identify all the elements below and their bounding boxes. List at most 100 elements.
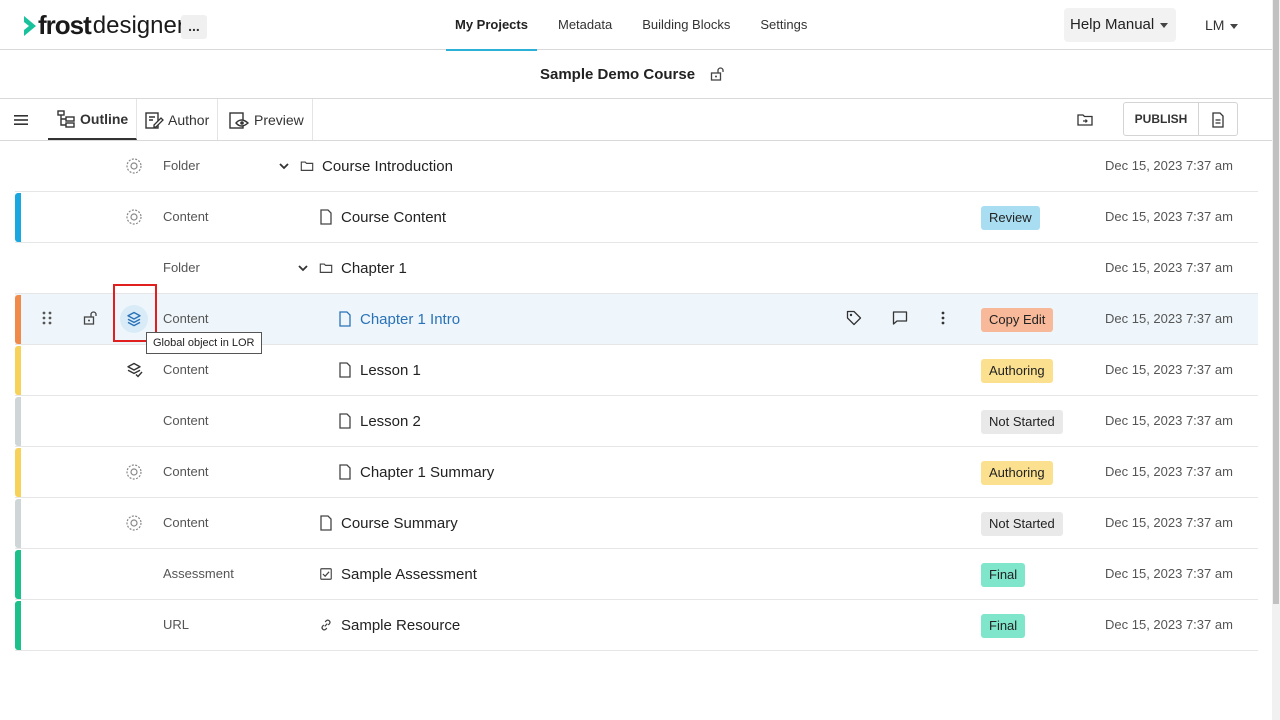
tooltip: Global object in LOR xyxy=(146,332,262,354)
publish-button[interactable]: PUBLISH xyxy=(1123,102,1199,136)
row-title[interactable]: Lesson 2 xyxy=(360,413,421,430)
table-row[interactable]: Content Lesson 2 Not Started Dec 15, 202… xyxy=(15,396,1258,447)
tag-icon[interactable] xyxy=(846,310,862,326)
checkbox-assessment-icon xyxy=(320,568,332,580)
row-date: Dec 15, 2023 7:37 am xyxy=(1105,617,1233,632)
row-color-bar xyxy=(15,295,21,344)
row-title[interactable]: Course Introduction xyxy=(322,158,453,175)
row-date: Dec 15, 2023 7:37 am xyxy=(1105,362,1233,377)
unlock-icon[interactable] xyxy=(82,310,98,326)
row-date: Dec 15, 2023 7:37 am xyxy=(1105,158,1233,173)
outline-list: Folder Course Introduction Dec 15, 2023 … xyxy=(15,141,1258,651)
scrollbar-thumb[interactable] xyxy=(1273,0,1279,604)
row-title[interactable]: Course Content xyxy=(341,209,446,226)
row-title[interactable]: Lesson 1 xyxy=(360,362,421,379)
document-icon xyxy=(339,362,351,378)
user-initials: LM xyxy=(1205,17,1225,33)
row-title[interactable]: Sample Resource xyxy=(341,617,460,634)
tab-preview-label: Preview xyxy=(254,111,304,128)
workflow-status-icon[interactable] xyxy=(125,157,143,175)
logo-frost-text: frost xyxy=(38,10,92,40)
document-icon xyxy=(320,515,332,531)
tab-outline-label: Outline xyxy=(80,110,129,127)
status-badge[interactable]: Final xyxy=(981,563,1026,587)
tab-author[interactable]: Author xyxy=(136,99,219,140)
workflow-status-icon[interactable] xyxy=(125,208,143,226)
author-edit-icon xyxy=(145,111,164,129)
table-row[interactable]: URL Sample Resource Final Dec 15, 2023 7… xyxy=(15,600,1258,651)
row-type: Assessment xyxy=(163,566,234,581)
top-bar: frost designer ... My Projects Metadata … xyxy=(0,0,1272,51)
row-color-bar xyxy=(15,448,21,497)
logo-designer-text: designer xyxy=(92,11,185,39)
document-icon xyxy=(339,464,351,480)
row-date: Dec 15, 2023 7:37 am xyxy=(1105,209,1233,224)
user-menu[interactable]: LM xyxy=(1205,8,1239,42)
row-color-bar xyxy=(15,499,21,548)
app-logo[interactable]: frost designer xyxy=(22,10,185,41)
tab-author-label: Author xyxy=(168,111,210,128)
status-badge[interactable]: Authoring xyxy=(981,461,1053,485)
chevron-down-icon[interactable] xyxy=(278,160,290,172)
course-title: Sample Demo Course xyxy=(540,66,696,83)
course-title-bar: Sample Demo Course xyxy=(0,50,1272,99)
more-vertical-icon[interactable] xyxy=(935,310,951,326)
row-date: Dec 15, 2023 7:37 am xyxy=(1105,260,1233,275)
status-badge[interactable]: Not Started xyxy=(981,512,1063,536)
workflow-status-icon[interactable] xyxy=(125,514,143,532)
row-date: Dec 15, 2023 7:37 am xyxy=(1105,413,1233,428)
status-badge[interactable]: Not Started xyxy=(981,410,1063,434)
hamburger-menu-icon[interactable] xyxy=(12,111,30,129)
row-title[interactable]: Chapter 1 Intro xyxy=(360,311,460,328)
help-manual-label: Help Manual xyxy=(1070,16,1155,33)
scrollbar[interactable] xyxy=(1272,0,1280,720)
outline-tree-icon xyxy=(57,109,75,128)
status-badge[interactable]: Authoring xyxy=(981,359,1053,383)
table-row[interactable]: Content Course Content Review Dec 15, 20… xyxy=(15,192,1258,243)
export-document-button[interactable] xyxy=(1198,102,1238,136)
table-row[interactable]: Folder Chapter 1 Dec 15, 2023 7:37 am xyxy=(15,243,1258,294)
row-type: Content xyxy=(163,362,209,377)
help-manual-button[interactable]: Help Manual xyxy=(1064,8,1176,42)
status-badge[interactable]: Final xyxy=(981,614,1026,638)
nav-my-projects[interactable]: My Projects xyxy=(446,0,537,51)
row-title[interactable]: Sample Assessment xyxy=(341,566,477,583)
row-title[interactable]: Course Summary xyxy=(341,515,458,532)
nav-settings[interactable]: Settings xyxy=(751,0,816,50)
tab-preview[interactable]: Preview xyxy=(220,99,313,140)
outline-toolbar: Outline Author Preview PUBLISH xyxy=(0,99,1272,141)
move-to-folder-icon[interactable] xyxy=(1076,111,1094,129)
table-row[interactable]: Content Chapter 1 Summary Authoring Dec … xyxy=(15,447,1258,498)
table-row[interactable]: Folder Course Introduction Dec 15, 2023 … xyxy=(15,141,1258,192)
table-row[interactable]: Content Course Summary Not Started Dec 1… xyxy=(15,498,1258,549)
row-date: Dec 15, 2023 7:37 am xyxy=(1105,566,1233,581)
unlock-icon[interactable] xyxy=(709,66,725,82)
comment-icon[interactable] xyxy=(892,310,908,326)
document-icon xyxy=(339,311,351,327)
chevron-down-icon[interactable] xyxy=(297,262,309,274)
nav-building-blocks[interactable]: Building Blocks xyxy=(633,0,739,50)
workflow-status-icon[interactable] xyxy=(125,463,143,481)
nav-metadata[interactable]: Metadata xyxy=(549,0,621,50)
table-row[interactable]: Assessment Sample Assessment Final Dec 1… xyxy=(15,549,1258,600)
tab-outline[interactable]: Outline xyxy=(48,99,138,140)
row-type: Content xyxy=(163,311,209,326)
row-type: Content xyxy=(163,515,209,530)
row-date: Dec 15, 2023 7:37 am xyxy=(1105,311,1233,326)
row-date: Dec 15, 2023 7:37 am xyxy=(1105,464,1233,479)
more-options-button[interactable]: ... xyxy=(181,15,207,39)
drag-handle-icon[interactable] xyxy=(40,310,54,326)
global-object-check-icon[interactable] xyxy=(125,361,143,379)
document-icon xyxy=(320,209,332,225)
status-badge[interactable]: Copy Edit xyxy=(981,308,1054,332)
row-color-bar xyxy=(15,550,21,599)
document-icon xyxy=(339,413,351,429)
row-title[interactable]: Chapter 1 xyxy=(341,260,407,277)
row-type: Folder xyxy=(163,158,200,173)
folder-icon xyxy=(300,161,314,171)
logo-chevron-icon xyxy=(24,15,36,36)
row-color-bar xyxy=(15,193,21,242)
status-badge[interactable]: Review xyxy=(981,206,1040,230)
row-title[interactable]: Chapter 1 Summary xyxy=(360,464,494,481)
folder-icon xyxy=(319,263,333,273)
